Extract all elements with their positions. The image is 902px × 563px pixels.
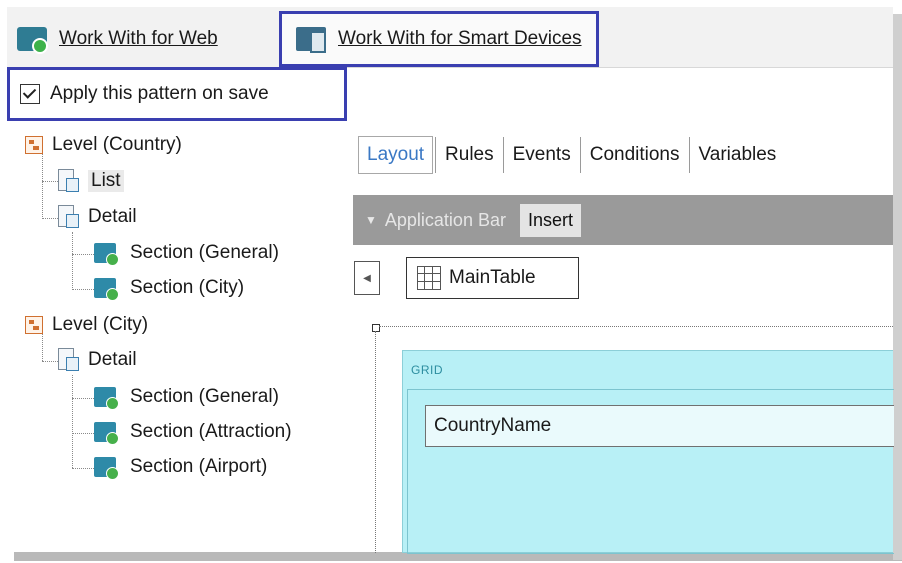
tree-item-label: List <box>88 170 124 192</box>
tree-connector <box>42 361 58 362</box>
tree-connector <box>72 289 94 290</box>
tree-item-label: Section (Airport) <box>130 456 268 477</box>
main-table-label: MainTable <box>449 267 536 288</box>
tab-variables[interactable]: Variables <box>688 137 786 173</box>
tree-item-label: Section (General) <box>130 386 279 407</box>
window-shadow-right <box>893 14 902 560</box>
main-table-boundary <box>375 331 376 553</box>
main-table-selector[interactable]: MainTable <box>406 257 579 299</box>
tree-connector <box>72 433 94 434</box>
tree-item-label: Detail <box>88 349 137 370</box>
level-icon <box>25 136 43 154</box>
application-bar: ▼ Application Bar Insert <box>353 195 893 245</box>
triangle-left-icon: ◀ <box>363 272 371 284</box>
section-icon <box>94 420 119 445</box>
section-icon <box>94 241 119 266</box>
tab-rules[interactable]: Rules <box>435 137 503 173</box>
collapse-caret-icon[interactable]: ▼ <box>365 213 377 227</box>
tree-item-label: Level (City) <box>52 314 149 335</box>
tree-item-level-city[interactable]: Level (City) <box>25 311 148 339</box>
tree-connector <box>72 398 94 399</box>
tree-item-label: Level (Country) <box>52 134 182 155</box>
navigate-back-button[interactable]: ◀ <box>354 261 380 295</box>
tab-events[interactable]: Events <box>502 137 580 173</box>
list-icon <box>58 169 80 193</box>
table-grid-icon <box>417 266 441 290</box>
detail-icon <box>58 348 80 372</box>
tree-item-section-city[interactable]: Section (City) <box>94 274 244 302</box>
tree-connector <box>42 181 58 182</box>
tab-conditions[interactable]: Conditions <box>579 137 689 173</box>
country-name-label: CountryName <box>434 415 552 436</box>
application-bar-title: Application Bar <box>384 209 506 230</box>
tree-item-section-general-city[interactable]: Section (General) <box>94 383 279 411</box>
tree-connector <box>72 254 94 255</box>
tree-item-label: Detail <box>88 206 137 227</box>
insert-button[interactable]: Insert <box>519 203 581 237</box>
tab-layout[interactable]: Layout <box>358 136 434 174</box>
tree-connector <box>72 375 73 468</box>
tree-connector <box>72 468 94 469</box>
tree-connector <box>42 151 43 219</box>
main-table-boundary <box>379 326 893 327</box>
tree-item-detail-city[interactable]: Detail <box>58 346 137 374</box>
detail-icon <box>58 205 80 229</box>
tree-item-section-attraction[interactable]: Section (Attraction) <box>94 418 292 446</box>
section-icon <box>94 385 119 410</box>
section-icon <box>94 276 119 301</box>
pattern-instance-tree: Level (Country) List Detail Section (Gen… <box>0 0 350 560</box>
tab-work-with-smart-devices-label: Work With for Smart Devices <box>338 28 582 49</box>
editor-tab-strip: Layout Rules Events Conditions Variables <box>358 128 785 182</box>
tree-item-detail-country[interactable]: Detail <box>58 203 137 231</box>
tree-item-label: Section (City) <box>130 277 245 298</box>
section-icon <box>94 455 119 480</box>
level-icon <box>25 316 43 334</box>
tree-item-label: Section (Attraction) <box>130 421 292 442</box>
tree-item-section-airport[interactable]: Section (Airport) <box>94 453 267 481</box>
grid-control[interactable]: GRID CountryName <box>402 350 894 554</box>
tree-connector <box>42 218 58 219</box>
grid-label: GRID <box>411 363 443 377</box>
country-name-field[interactable]: CountryName <box>425 405 894 447</box>
tree-item-level-country[interactable]: Level (Country) <box>25 131 182 159</box>
tree-item-section-general-country[interactable]: Section (General) <box>94 239 279 267</box>
tree-item-label: Section (General) <box>130 242 279 263</box>
tree-connector <box>72 232 73 290</box>
tree-item-list[interactable]: List <box>58 167 124 195</box>
